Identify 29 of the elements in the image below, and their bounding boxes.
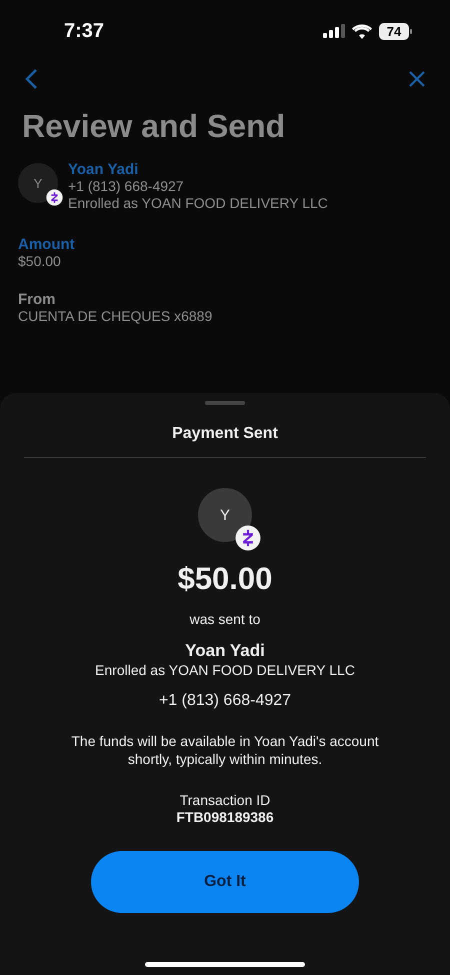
drag-handle[interactable] <box>205 401 245 405</box>
battery-icon: 74 <box>379 22 412 40</box>
got-it-button[interactable]: Got It <box>91 851 359 913</box>
field-value: CUENTA DE CHEQUES x6889 <box>18 308 214 324</box>
funds-note: The funds will be available in Yoan Yadi's account shortly, typically within minutes. <box>70 732 380 768</box>
currency-badge-icon <box>235 525 261 551</box>
wifi-icon <box>352 24 372 38</box>
page-title: Review and Send <box>22 108 286 145</box>
avatar: Y <box>198 488 252 542</box>
field-label: From <box>18 291 56 308</box>
enrolled-name: Enrolled as YOAN FOOD DELIVERY LLC <box>95 662 355 678</box>
recipient-phone: +1 (813) 668-4927 <box>68 178 185 195</box>
recipient-phone: +1 (813) 668-4927 <box>158 692 292 710</box>
transaction-label: Transaction ID <box>180 792 270 808</box>
enrolled-name: Enrolled as YOAN FOOD DELIVERY LLC <box>68 195 328 212</box>
transaction-id: FTB098189386 <box>176 809 274 825</box>
field-label: Amount <box>18 236 76 253</box>
recipient-name: Yoan Yadi <box>68 161 140 178</box>
avatar: Y <box>18 163 58 203</box>
amount: $50.00 <box>178 561 272 597</box>
signal-icon <box>323 24 345 38</box>
status-time: 7:37 <box>64 20 104 42</box>
recipient-name: Yoan Yadi <box>185 641 265 661</box>
sheet-title: Payment Sent <box>172 425 278 443</box>
close-button[interactable] <box>408 70 426 88</box>
back-button[interactable] <box>24 68 38 90</box>
currency-badge-icon <box>46 189 63 206</box>
sent-to-text: was sent to <box>190 611 260 627</box>
field-value: $50.00 <box>18 253 62 269</box>
